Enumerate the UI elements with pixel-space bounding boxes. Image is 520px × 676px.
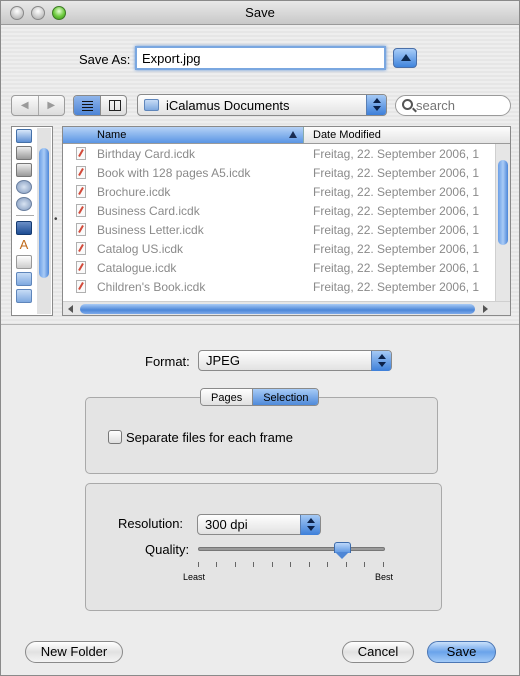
pane-divider <box>1 324 519 325</box>
folder-icon <box>144 99 159 111</box>
history-nav: ◀ ▶ <box>11 95 65 116</box>
column-headers: Name Date Modified <box>63 127 510 144</box>
list-view-icon <box>82 101 93 111</box>
location-label: iCalamus Documents <box>166 98 290 113</box>
window-title: Save <box>245 5 275 20</box>
desktop-icon[interactable] <box>16 221 32 235</box>
save-button[interactable]: Save <box>427 641 496 663</box>
document-icon <box>76 223 86 236</box>
table-row[interactable]: Business Card.icdk Freitag, 22. September… <box>63 201 495 220</box>
sidebar-scroll-thumb[interactable] <box>39 148 49 278</box>
back-button[interactable]: ◀ <box>12 96 38 115</box>
date-column-header[interactable]: Date Modified <box>313 129 381 141</box>
splitter-handle[interactable]: • <box>54 214 58 225</box>
document-icon <box>76 204 86 217</box>
collapse-browser-button[interactable] <box>393 48 417 68</box>
document-icon <box>76 242 86 255</box>
file-list-vertical-scrollbar[interactable] <box>495 144 510 302</box>
table-row[interactable]: Catalog US.icdk Freitag, 22. September 20… <box>63 239 495 258</box>
format-value: JPEG <box>206 353 240 368</box>
network-icon[interactable] <box>16 180 32 194</box>
separate-files-label: Separate files for each frame <box>126 430 293 445</box>
document-icon <box>76 261 86 274</box>
applications-icon[interactable]: A <box>16 238 32 252</box>
popup-arrows-icon <box>366 95 386 115</box>
quality-label: Quality: <box>145 542 190 557</box>
name-column-header[interactable]: Name <box>63 127 304 143</box>
resolution-value: 300 dpi <box>205 517 248 532</box>
view-mode-toggle <box>73 95 127 116</box>
table-row[interactable]: Business Letter.icdk Freitag, 22. Septemb… <box>63 220 495 239</box>
column-view-button[interactable] <box>99 96 127 115</box>
document-icon <box>76 147 86 160</box>
location-popup[interactable]: iCalamus Documents <box>137 94 387 116</box>
list-view-button[interactable] <box>74 96 100 115</box>
search-input[interactable] <box>416 98 506 113</box>
title-bar: Save <box>1 1 519 25</box>
tab-selection[interactable]: Selection <box>252 389 319 405</box>
new-folder-button[interactable]: New Folder <box>25 641 123 663</box>
document-icon <box>76 166 86 179</box>
quality-slider-track[interactable] <box>198 547 385 551</box>
save-dialog: Save Save As: ◀ ▶ iCalamus Documents A <box>0 0 520 676</box>
resolution-label: Resolution: <box>118 516 184 531</box>
quality-min-label: Least <box>183 572 206 582</box>
quality-slider-ticks <box>198 562 385 568</box>
options-tabs: Pages Selection <box>200 388 320 406</box>
cancel-button[interactable]: Cancel <box>342 641 414 663</box>
save-as-label: Save As: <box>79 52 131 67</box>
search-icon <box>402 99 413 110</box>
sidebar-scrollbar[interactable] <box>37 128 51 314</box>
sort-ascending-icon <box>289 131 297 138</box>
documents-icon[interactable] <box>16 255 32 269</box>
hard-drive-icon[interactable] <box>16 163 32 177</box>
folder-icon[interactable] <box>16 289 32 303</box>
file-list: Name Date Modified Birthday Card.icdk Fre… <box>62 126 511 316</box>
scroll-right-icon[interactable] <box>483 305 488 313</box>
popup-arrows-icon <box>300 515 320 535</box>
computer-icon[interactable] <box>16 129 32 143</box>
document-icon <box>76 280 86 293</box>
table-row[interactable]: Catalogue.icdk Freitag, 22. September 200… <box>63 258 495 277</box>
forward-button[interactable]: ▶ <box>37 96 65 115</box>
quality-max-label: Best <box>375 572 394 582</box>
table-row[interactable]: Birthday Card.icdk Freitag, 22. September… <box>63 144 495 163</box>
resolution-popup[interactable]: 300 dpi <box>197 514 321 535</box>
hard-drive-icon[interactable] <box>16 146 32 160</box>
vertical-scroll-thumb[interactable] <box>498 160 508 245</box>
disk-icon[interactable] <box>16 197 32 211</box>
folder-icon[interactable] <box>16 272 32 286</box>
column-view-icon <box>108 100 121 111</box>
table-row[interactable]: Book with 128 pages A5.icdk Freitag, 22. … <box>63 163 495 182</box>
format-popup[interactable]: JPEG <box>198 350 392 371</box>
table-row[interactable]: Brochure.icdk Freitag, 22. September 2006… <box>63 182 495 201</box>
file-list-horizontal-scrollbar[interactable] <box>63 301 510 315</box>
search-field[interactable] <box>395 95 511 116</box>
table-row[interactable]: Children's Book.icdk Freitag, 22. Septemb… <box>63 277 495 296</box>
popup-arrows-icon <box>371 351 391 371</box>
scroll-left-icon[interactable] <box>68 305 73 313</box>
file-rows: Birthday Card.icdk Freitag, 22. September… <box>63 144 495 296</box>
sidebar: A <box>11 126 53 316</box>
horizontal-scroll-thumb[interactable] <box>80 304 475 314</box>
quality-slider-knob[interactable] <box>333 542 351 560</box>
format-label: Format: <box>145 354 190 369</box>
separate-files-checkbox[interactable] <box>108 430 122 444</box>
tab-pages[interactable]: Pages <box>201 389 253 405</box>
document-icon <box>76 185 86 198</box>
save-as-input[interactable] <box>135 46 386 70</box>
